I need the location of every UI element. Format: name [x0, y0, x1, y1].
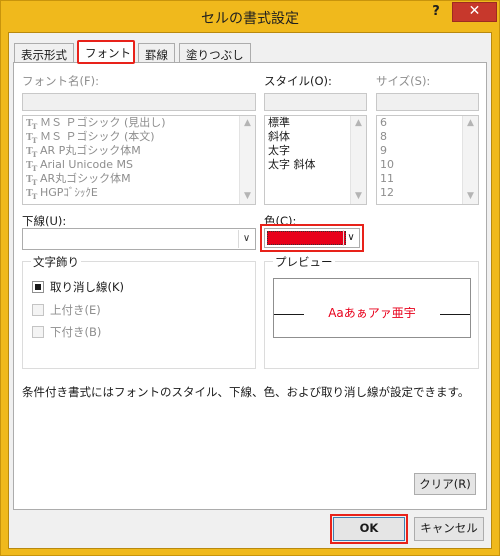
subscript-label[interactable]: 下付き(B) — [50, 324, 101, 340]
color-select[interactable]: ∨ — [260, 224, 364, 252]
list-item[interactable]: TT AR丸ゴシック体M — [23, 172, 255, 187]
scroll-down-icon[interactable]: ▼ — [351, 189, 366, 204]
close-button[interactable]: ✕ — [452, 2, 497, 22]
preview-sample-text: Aaあぁアァ亜宇 — [328, 306, 416, 320]
list-item[interactable]: TT ＭＳ Ｐゴシック (見出し) — [23, 116, 255, 131]
list-item[interactable]: TT HGPｺﾞｼｯｸE — [23, 186, 255, 201]
preview-group-title: プレビュー — [273, 254, 335, 270]
format-cells-dialog: セルの書式設定 ? ✕ 表示形式 フォント 罫線 塗りつぶし フォント名(F):… — [0, 0, 500, 556]
size-input[interactable] — [376, 93, 479, 111]
list-item[interactable]: TT ＭＳ Ｐゴシック (本文) — [23, 130, 255, 145]
scroll-up-icon[interactable]: ▲ — [240, 116, 255, 131]
help-button[interactable]: ? — [426, 4, 446, 24]
font-name-label: フォント名(F): — [22, 74, 99, 88]
font-tab-panel: フォント名(F): TT ＭＳ Ｐゴシック (見出し) TT ＭＳ Ｐゴシック (本… — [13, 62, 487, 510]
font-name-input[interactable] — [22, 93, 256, 111]
size-label: サイズ(S): — [376, 74, 431, 88]
cancel-button[interactable]: キャンセル — [414, 517, 484, 541]
strikethrough-checkbox[interactable] — [32, 281, 44, 293]
preview-box: Aaあぁアァ亜宇 — [273, 278, 471, 338]
underline-select[interactable]: ∨ — [22, 228, 256, 250]
style-list[interactable]: 標準 斜体 太字 太字 斜体 ▲ ▼ — [264, 115, 367, 205]
clear-button[interactable]: クリア(R) — [414, 473, 476, 495]
effects-group-title: 文字飾り — [31, 254, 81, 270]
size-list[interactable]: 6 8 9 10 11 12 ▲ ▼ — [376, 115, 479, 205]
font-name-list[interactable]: TT ＭＳ Ｐゴシック (見出し) TT ＭＳ Ｐゴシック (本文) TT AR P丸… — [22, 115, 256, 205]
preview-baseline-right — [440, 314, 470, 315]
tab-border[interactable]: 罫線 — [138, 43, 175, 63]
list-item[interactable]: TT AR P丸ゴシック体M — [23, 144, 255, 159]
title-bar: セルの書式設定 ? ✕ — [1, 1, 499, 33]
tab-fill[interactable]: 塗りつぶし — [179, 43, 251, 63]
superscript-label[interactable]: 上付き(E) — [50, 302, 101, 318]
ok-highlight: OK — [330, 514, 408, 544]
dialog-body: 表示形式 フォント 罫線 塗りつぶし フォント名(F): TT ＭＳ Ｐゴシック … — [8, 32, 492, 549]
scroll-up-icon[interactable]: ▲ — [351, 116, 366, 131]
style-input[interactable] — [264, 93, 367, 111]
tab-font[interactable]: フォント — [77, 40, 135, 64]
style-label: スタイル(O): — [264, 74, 332, 88]
subscript-checkbox[interactable] — [32, 326, 44, 338]
list-item[interactable]: TT Arial Unicode MS — [23, 158, 255, 173]
color-select-field[interactable]: ∨ — [264, 228, 360, 248]
scroll-up-icon[interactable]: ▲ — [463, 116, 478, 131]
ok-button[interactable]: OK — [333, 517, 405, 541]
truetype-font-icon: TT — [26, 189, 37, 201]
color-swatch — [267, 231, 346, 245]
effects-group: 文字飾り 取り消し線(K) 上付き(E) 下付き(B) — [22, 254, 256, 369]
superscript-checkbox[interactable] — [32, 304, 44, 316]
underline-label: 下線(U): — [22, 214, 67, 228]
tab-number-format[interactable]: 表示形式 — [14, 43, 74, 63]
scroll-down-icon[interactable]: ▼ — [240, 189, 255, 204]
scroll-down-icon[interactable]: ▼ — [463, 189, 478, 204]
style-list-scrollbar[interactable]: ▲ ▼ — [350, 116, 366, 204]
chevron-down-icon[interactable]: ∨ — [238, 230, 254, 248]
preview-group: プレビュー Aaあぁアァ亜宇 — [264, 254, 479, 369]
dialog-title: セルの書式設定 — [201, 11, 299, 27]
strikethrough-label[interactable]: 取り消し線(K) — [50, 279, 124, 295]
size-list-scrollbar[interactable]: ▲ ▼ — [462, 116, 478, 204]
font-list-scrollbar[interactable]: ▲ ▼ — [239, 116, 255, 204]
chevron-down-icon[interactable]: ∨ — [343, 230, 358, 246]
info-text: 条件付き書式にはフォントのスタイル、下線、色、および取り消し線が設定できます。 — [22, 385, 470, 399]
